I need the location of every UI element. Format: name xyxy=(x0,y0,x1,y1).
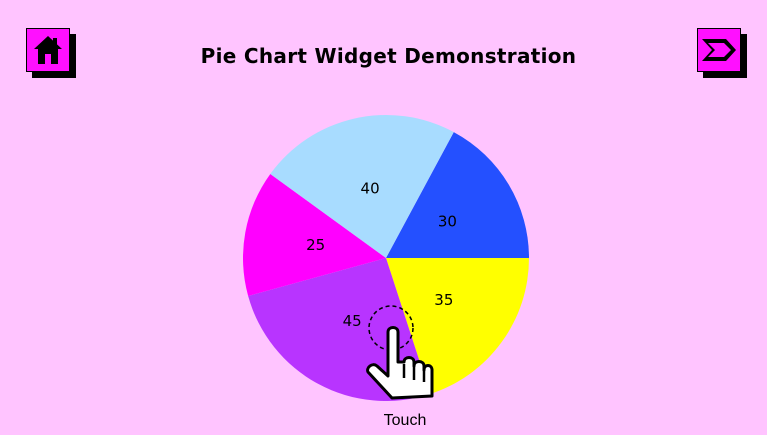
home-icon xyxy=(26,28,70,72)
pointing-hand-icon xyxy=(366,305,434,400)
home-button[interactable] xyxy=(26,28,76,78)
touch-label: Touch xyxy=(383,412,427,429)
pie-slice-label: 30 xyxy=(438,212,457,230)
next-arrow-icon xyxy=(697,28,741,72)
next-button[interactable] xyxy=(697,28,747,78)
pie-slice-label: 40 xyxy=(361,179,380,197)
pie-slice-label: 45 xyxy=(343,312,362,330)
pie-slice-label: 25 xyxy=(306,236,325,254)
pie-slice-label: 35 xyxy=(434,291,453,309)
page-title: Pie Chart Widget Demonstration xyxy=(200,44,577,68)
